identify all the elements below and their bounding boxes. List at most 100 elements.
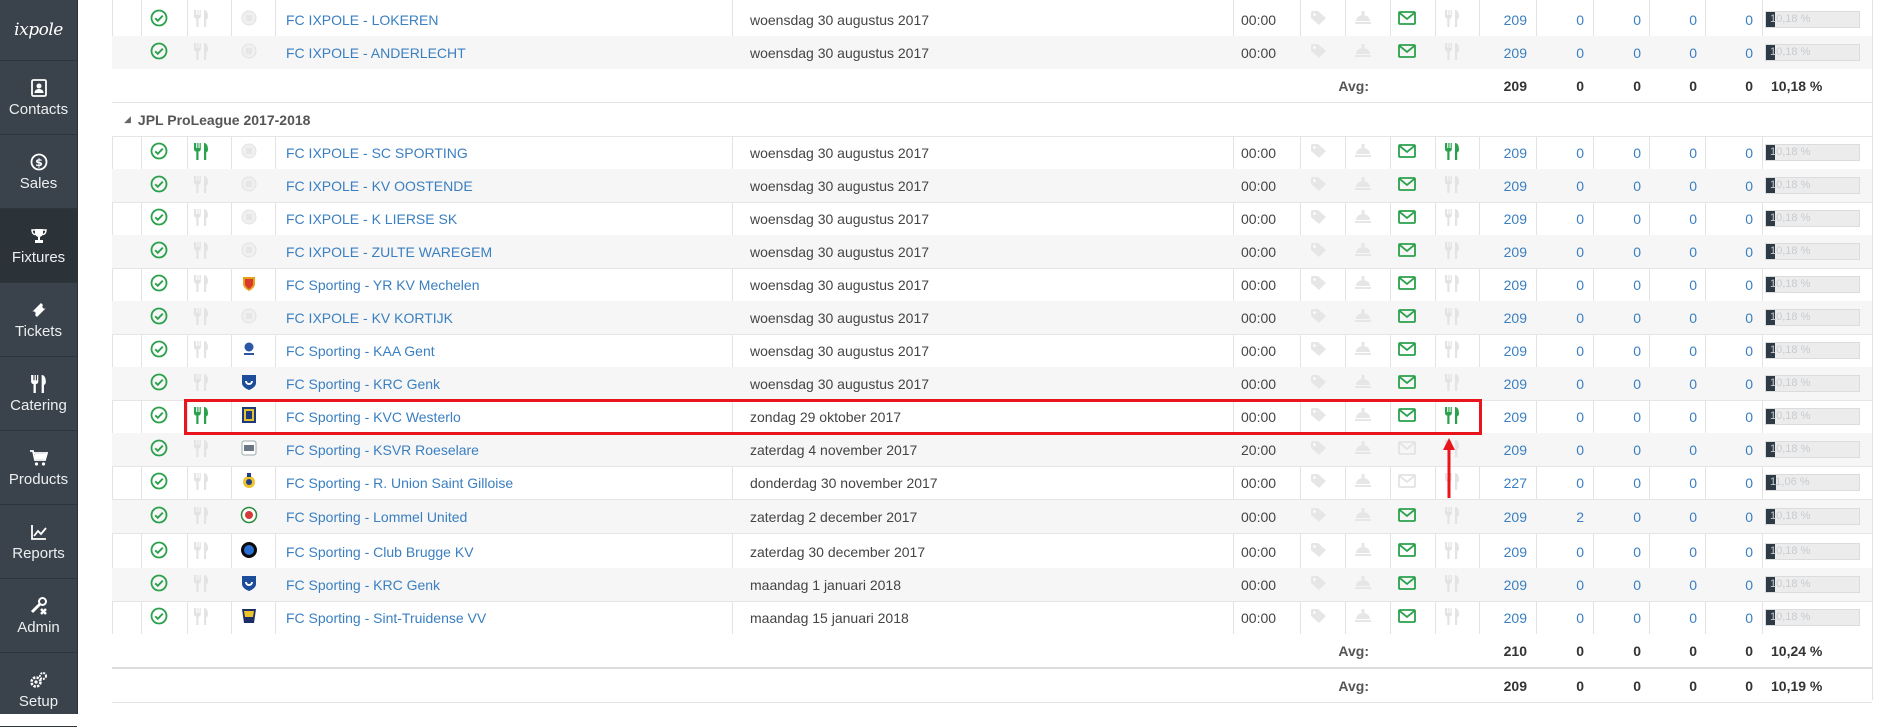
catering-toggle[interactable] (193, 268, 219, 301)
count-value[interactable]: 209 (1504, 442, 1527, 458)
fixture-link[interactable]: FC Sporting - Lommel United (286, 509, 467, 525)
count-cell[interactable]: 0 (1534, 268, 1584, 301)
count-value[interactable]: 0 (1745, 509, 1753, 525)
menu-toggle[interactable] (1354, 466, 1380, 499)
count-cell[interactable]: 0 (1591, 500, 1641, 533)
count-cell[interactable]: 209 (1477, 235, 1527, 268)
count-value[interactable]: 209 (1504, 509, 1527, 525)
count-cell[interactable]: 209 (1477, 500, 1527, 533)
catering-status[interactable] (1444, 268, 1470, 301)
count-cell[interactable]: 2 (1534, 500, 1584, 533)
count-value[interactable]: 0 (1745, 145, 1753, 161)
count-value[interactable]: 0 (1576, 475, 1584, 491)
count-cell[interactable]: 0 (1591, 268, 1641, 301)
count-value[interactable]: 209 (1504, 310, 1527, 326)
count-cell[interactable]: 0 (1647, 500, 1697, 533)
count-value[interactable]: 209 (1504, 544, 1527, 560)
tickets-toggle[interactable] (1310, 202, 1336, 235)
count-cell[interactable]: 0 (1591, 367, 1641, 400)
tickets-toggle[interactable] (1310, 334, 1336, 367)
catering-status[interactable] (1444, 535, 1470, 568)
mail-toggle[interactable] (1398, 301, 1424, 334)
count-value[interactable]: 0 (1745, 178, 1753, 194)
count-value[interactable]: 0 (1745, 277, 1753, 293)
status-cell[interactable] (150, 169, 176, 202)
count-value[interactable]: 209 (1504, 409, 1527, 425)
catering-toggle[interactable] (193, 466, 219, 499)
tickets-toggle[interactable] (1310, 433, 1336, 466)
fixture-link[interactable]: FC IXPOLE - ZULTE WAREGEM (286, 244, 492, 260)
count-cell[interactable]: 209 (1477, 334, 1527, 367)
fixture-cell[interactable]: FC Sporting - KSVR Roeselare (286, 433, 726, 466)
count-cell[interactable]: 0 (1591, 202, 1641, 235)
count-cell[interactable]: 0 (1647, 3, 1697, 36)
fixture-cell[interactable]: FC Sporting - R. Union Saint Gilloise (286, 466, 726, 499)
menu-toggle[interactable] (1354, 601, 1380, 634)
menu-toggle[interactable] (1354, 202, 1380, 235)
mail-toggle[interactable] (1398, 169, 1424, 202)
catering-toggle[interactable] (193, 3, 219, 36)
fixture-link[interactable]: FC IXPOLE - ANDERLECHT (286, 45, 466, 61)
tickets-toggle[interactable] (1310, 36, 1336, 69)
fixture-link[interactable]: FC IXPOLE - KV OOSTENDE (286, 178, 473, 194)
count-cell[interactable]: 0 (1534, 202, 1584, 235)
count-cell[interactable]: 0 (1647, 400, 1697, 433)
count-cell[interactable]: 0 (1647, 169, 1697, 202)
mail-toggle[interactable] (1398, 400, 1424, 433)
count-cell[interactable]: 0 (1534, 301, 1584, 334)
count-value[interactable]: 0 (1689, 178, 1697, 194)
mail-toggle[interactable] (1398, 334, 1424, 367)
count-cell[interactable]: 0 (1534, 367, 1584, 400)
count-cell[interactable]: 0 (1647, 301, 1697, 334)
count-cell[interactable]: 0 (1534, 235, 1584, 268)
count-cell[interactable]: 0 (1647, 466, 1697, 499)
count-value[interactable]: 0 (1633, 178, 1641, 194)
mail-toggle[interactable] (1398, 601, 1424, 634)
menu-toggle[interactable] (1354, 136, 1380, 169)
sidebar-item-contacts[interactable]: Contacts (0, 61, 77, 135)
count-cell[interactable]: 209 (1477, 433, 1527, 466)
count-cell[interactable]: 209 (1477, 136, 1527, 169)
fixture-link[interactable]: FC Sporting - KRC Genk (286, 376, 440, 392)
count-cell[interactable]: 0 (1591, 568, 1641, 601)
mail-toggle[interactable] (1398, 568, 1424, 601)
count-value[interactable]: 0 (1745, 376, 1753, 392)
count-value[interactable]: 0 (1689, 442, 1697, 458)
count-value[interactable]: 0 (1689, 509, 1697, 525)
count-cell[interactable]: 0 (1534, 136, 1584, 169)
fixture-cell[interactable]: FC IXPOLE - KV KORTIJK (286, 301, 726, 334)
fixture-link[interactable]: FC IXPOLE - KV KORTIJK (286, 310, 453, 326)
count-value[interactable]: 209 (1504, 12, 1527, 28)
count-value[interactable]: 0 (1576, 145, 1584, 161)
count-value[interactable]: 0 (1633, 544, 1641, 560)
menu-toggle[interactable] (1354, 433, 1380, 466)
count-value[interactable]: 209 (1504, 577, 1527, 593)
catering-toggle[interactable] (193, 500, 219, 533)
count-value[interactable]: 0 (1745, 475, 1753, 491)
catering-status[interactable] (1444, 301, 1470, 334)
fixture-cell[interactable]: FC IXPOLE - ANDERLECHT (286, 36, 726, 69)
count-value[interactable]: 0 (1689, 145, 1697, 161)
count-cell[interactable]: 0 (1647, 433, 1697, 466)
count-cell[interactable]: 0 (1534, 3, 1584, 36)
status-cell[interactable] (150, 466, 176, 499)
count-cell[interactable]: 0 (1703, 367, 1753, 400)
catering-toggle[interactable] (193, 169, 219, 202)
count-cell[interactable]: 0 (1647, 36, 1697, 69)
menu-toggle[interactable] (1354, 568, 1380, 601)
fixture-cell[interactable]: FC Sporting - Sint-Truidense VV (286, 601, 726, 634)
fixture-cell[interactable]: FC IXPOLE - SC SPORTING (286, 136, 726, 169)
count-cell[interactable]: 0 (1703, 568, 1753, 601)
count-value[interactable]: 0 (1689, 577, 1697, 593)
catering-toggle[interactable] (193, 36, 219, 69)
mail-toggle[interactable] (1398, 500, 1424, 533)
status-cell[interactable] (150, 235, 176, 268)
count-cell[interactable]: 0 (1591, 36, 1641, 69)
count-value[interactable]: 0 (1689, 244, 1697, 260)
count-cell[interactable]: 0 (1534, 36, 1584, 69)
count-cell[interactable]: 0 (1591, 3, 1641, 36)
count-value[interactable]: 0 (1576, 277, 1584, 293)
count-cell[interactable]: 0 (1703, 136, 1753, 169)
count-cell[interactable]: 0 (1591, 535, 1641, 568)
catering-status[interactable] (1444, 202, 1470, 235)
